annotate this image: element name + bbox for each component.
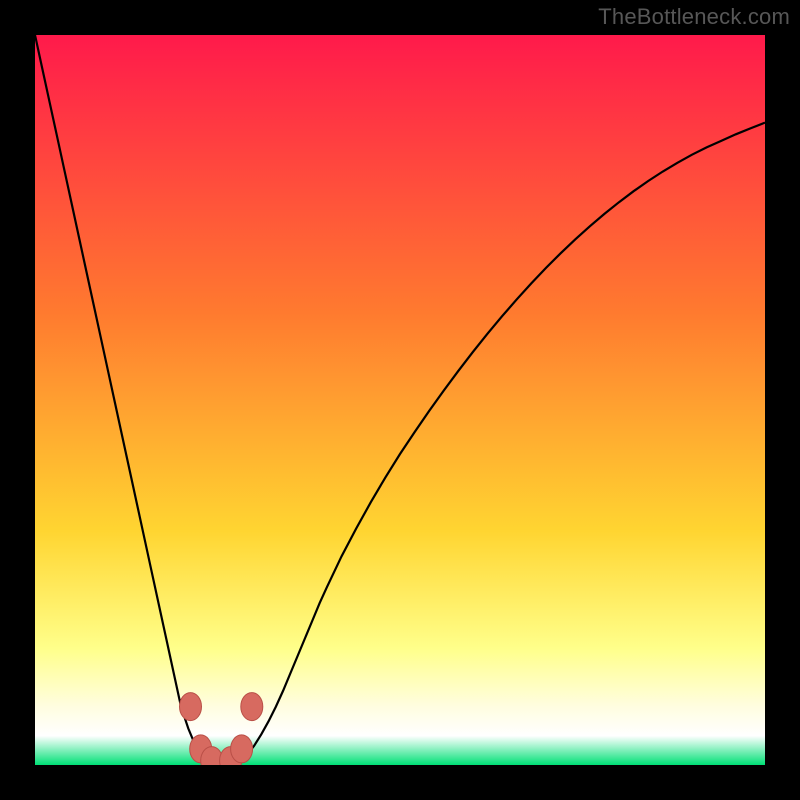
watermark-text: TheBottleneck.com [598,4,790,30]
chart-svg [35,35,765,765]
chart-frame: TheBottleneck.com [0,0,800,800]
curve-marker [231,735,253,763]
curve-marker [180,693,202,721]
plot-area [35,35,765,765]
gradient-background [35,35,765,765]
curve-marker [241,693,263,721]
